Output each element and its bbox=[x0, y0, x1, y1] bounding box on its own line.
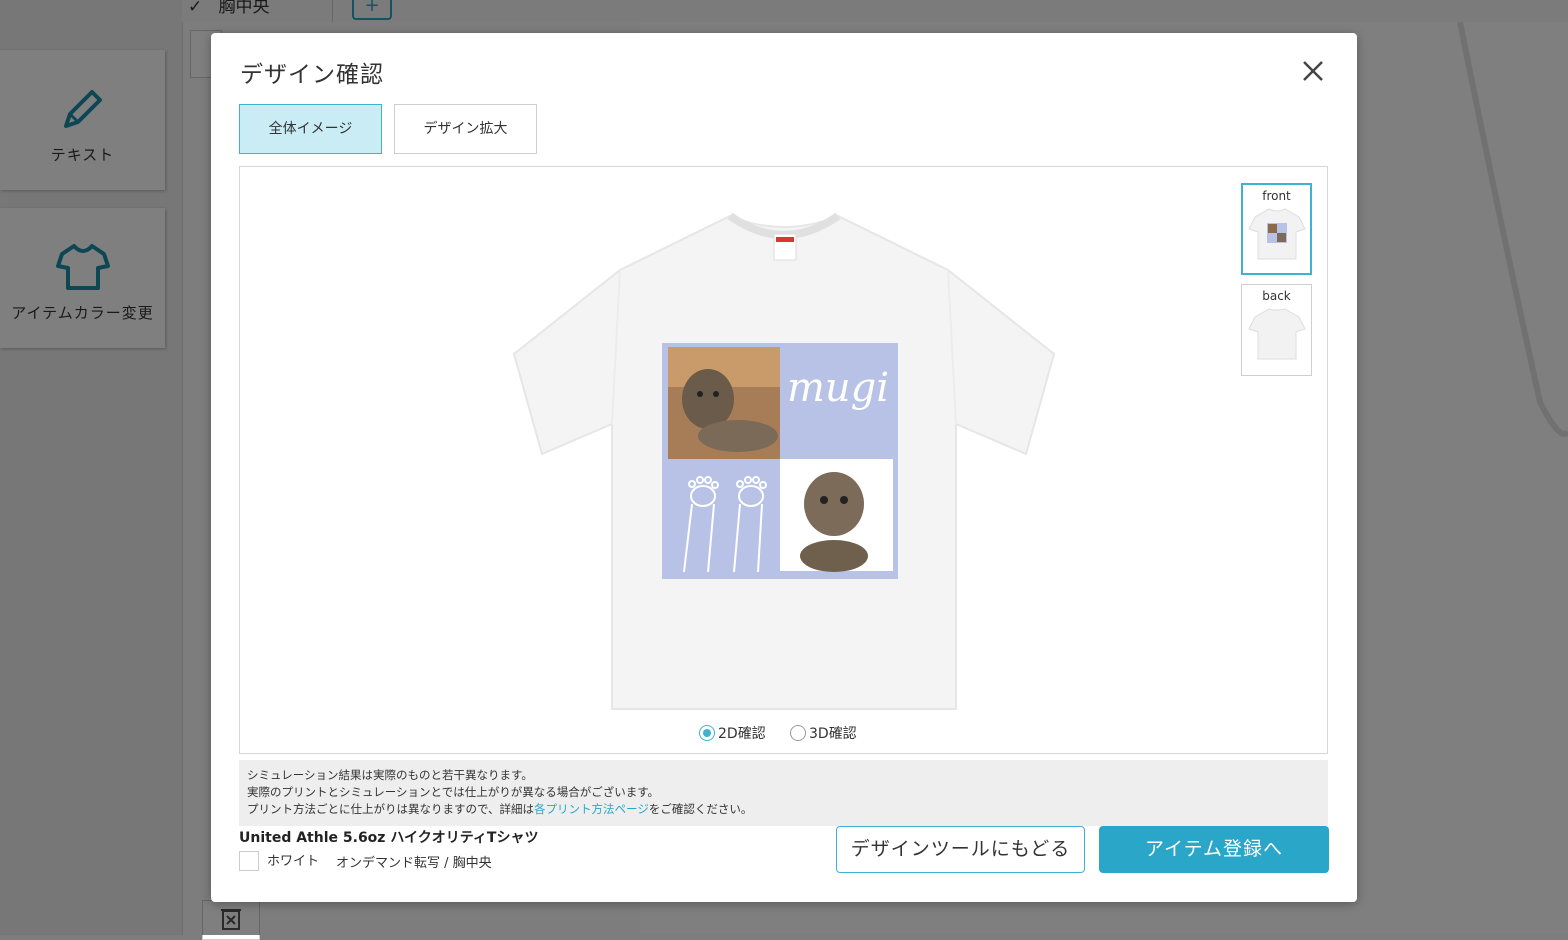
thumbnail-front[interactable]: front bbox=[1241, 183, 1312, 275]
back-shirt-thumbnail bbox=[1247, 308, 1306, 360]
print-method: オンデマンド転写 / 胸中央 bbox=[336, 856, 492, 871]
simulation-notice: シミュレーション結果は実際のものと若干異なります。 実際のプリントとシミュレーシ… bbox=[239, 760, 1328, 826]
notice-line-2: 実際のプリントとシミュレーションとでは仕上がりが異なる場合がございます。 bbox=[247, 785, 660, 799]
product-name: United Athle 5.6oz ハイクオリティTシャツ bbox=[239, 830, 539, 846]
thumbnail-front-label: front bbox=[1262, 189, 1291, 203]
back-to-design-tool-button[interactable]: デザインツールにもどる bbox=[836, 826, 1085, 873]
front-shirt-thumbnail bbox=[1247, 208, 1306, 260]
notice-line-3-end: をご確認ください。 bbox=[648, 802, 753, 816]
notice-line-3-text: プリント方法ごとに仕上がりは異なりますので、詳細は bbox=[247, 802, 535, 816]
tab-design-zoom[interactable]: デザイン拡大 bbox=[394, 104, 537, 154]
notice-line-3: プリント方法ごとに仕上がりは異なりますので、詳細は各プリント方法ページをご確認く… bbox=[247, 801, 1320, 818]
thumbnail-back[interactable]: back bbox=[1241, 284, 1312, 376]
tshirt-preview: mugi bbox=[508, 204, 1060, 714]
view-2d-option[interactable]: 2D確認 bbox=[699, 723, 766, 743]
item-register-button[interactable]: アイテム登録へ bbox=[1099, 826, 1329, 873]
radio-2d[interactable] bbox=[699, 725, 715, 741]
view-2d-label: 2D確認 bbox=[718, 726, 766, 742]
tab-full-image[interactable]: 全体イメージ bbox=[239, 104, 382, 154]
notice-line-1: シミュレーション結果は実際のものと若干異なります。 bbox=[247, 768, 533, 782]
close-button[interactable] bbox=[1297, 55, 1329, 87]
radio-3d[interactable] bbox=[790, 725, 806, 741]
preview-viewer: mugi front back 2D確認 3D確認 bbox=[239, 166, 1328, 754]
print-method-link[interactable]: 各プリント方法ページ bbox=[534, 802, 649, 816]
design-script-text: mugi bbox=[787, 365, 889, 411]
thumbnail-back-label: back bbox=[1262, 289, 1291, 303]
color-swatch bbox=[239, 851, 259, 871]
design-confirm-modal: デザイン確認 全体イメージ デザイン拡大 mugi front back 2D確… bbox=[211, 33, 1357, 902]
close-icon bbox=[1303, 61, 1323, 81]
view-3d-label: 3D確認 bbox=[809, 726, 857, 742]
modal-title: デザイン確認 bbox=[240, 62, 384, 88]
product-color: ホワイト bbox=[267, 854, 320, 869]
view-3d-option[interactable]: 3D確認 bbox=[790, 723, 857, 743]
